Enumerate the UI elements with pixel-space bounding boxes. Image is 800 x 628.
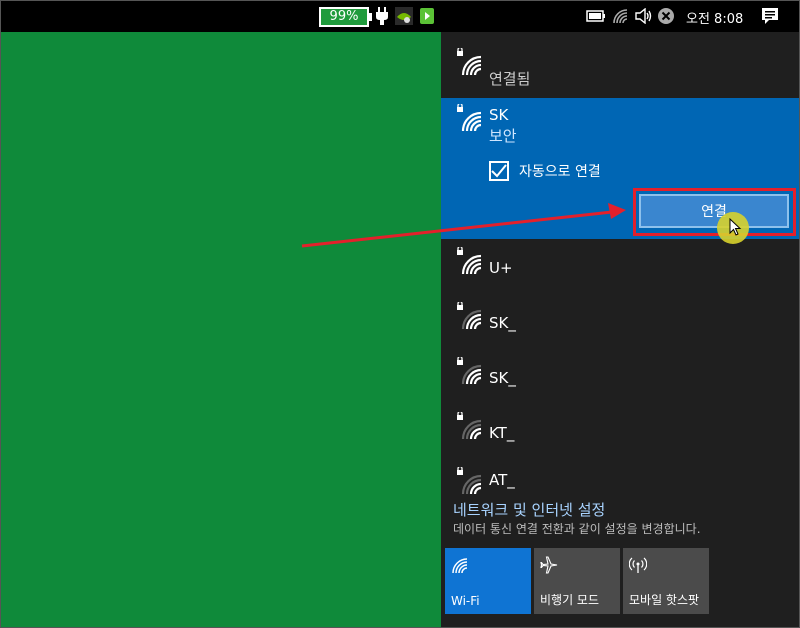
network-security-status: 보안 — [489, 127, 517, 145]
checkbox-box[interactable] — [489, 161, 509, 181]
wifi-secured-weak-icon — [453, 300, 483, 330]
nvidia-icon[interactable] — [395, 6, 413, 26]
network-item[interactable]: AT_ — [441, 459, 800, 495]
clock[interactable]: 오전 8:08 — [686, 8, 743, 27]
power-plug-icon — [376, 6, 388, 26]
auto-connect-checkbox[interactable]: 자동으로 연결 — [489, 160, 601, 182]
wifi-secured-icon — [453, 46, 483, 76]
network-item[interactable]: SK_ — [441, 349, 800, 404]
tile-label: 비행기 모드 — [540, 593, 600, 607]
app-tray-icon[interactable] — [419, 6, 435, 26]
wifi-secured-weak-icon — [453, 465, 483, 495]
volume-icon[interactable] — [635, 6, 653, 26]
network-name: KT_ — [489, 424, 515, 442]
connect-button[interactable]: 연결 — [639, 194, 789, 228]
wifi-secured-weak-icon — [453, 355, 483, 385]
notification-center-icon[interactable] — [760, 6, 780, 26]
wifi-secured-icon — [453, 102, 483, 132]
battery-percent: 99% — [329, 9, 359, 24]
network-name: U+ — [489, 259, 513, 277]
network-name: SK_ — [489, 314, 516, 332]
battery-indicator[interactable]: 99% — [319, 7, 369, 27]
battery-tip — [369, 13, 372, 21]
mouse-cursor-icon — [729, 217, 743, 236]
network-item-selected[interactable]: SK 보안 자동으로 연결 연결 — [441, 98, 800, 244]
network-name: SK — [489, 106, 509, 124]
network-settings-link[interactable]: 네트워크 및 인터넷 설정 — [453, 499, 605, 520]
tray-battery-icon[interactable] — [586, 6, 606, 26]
network-item-connected[interactable]: 연결됨 — [441, 42, 800, 98]
tile-label: Wi-Fi — [451, 594, 480, 608]
airplane-icon — [540, 556, 558, 574]
mobile-hotspot-tile[interactable]: 모바일 핫스팟 — [623, 548, 709, 614]
network-flyout: 연결됨 SK 보안 자동으로 연결 연결 U+ SK_ SK_ KT_ AT_ … — [441, 32, 800, 628]
auto-connect-label: 자동으로 연결 — [519, 164, 601, 180]
network-name: AT_ — [489, 471, 515, 489]
network-settings-description: 데이터 통신 연결 전환과 같이 설정을 변경합니다. — [453, 522, 701, 536]
wifi-toggle-tile[interactable]: Wi-Fi — [445, 548, 531, 614]
tile-label: 모바일 핫스팟 — [629, 593, 700, 607]
taskbar: 99% 오전 8:08 — [0, 0, 800, 32]
no-connection-icon[interactable] — [657, 6, 675, 26]
network-item[interactable]: KT_ — [441, 404, 800, 459]
network-item[interactable]: U+ — [441, 239, 800, 294]
network-status: 연결됨 — [489, 70, 531, 88]
wifi-secured-icon — [453, 245, 483, 275]
network-item[interactable]: SK_ — [441, 294, 800, 349]
airplane-mode-tile[interactable]: 비행기 모드 — [534, 548, 620, 614]
wifi-secured-weak-icon — [453, 410, 483, 440]
network-name: SK_ — [489, 369, 516, 387]
hotspot-icon — [628, 556, 648, 574]
tray-wifi-icon[interactable] — [612, 6, 630, 26]
wifi-icon — [451, 556, 469, 574]
